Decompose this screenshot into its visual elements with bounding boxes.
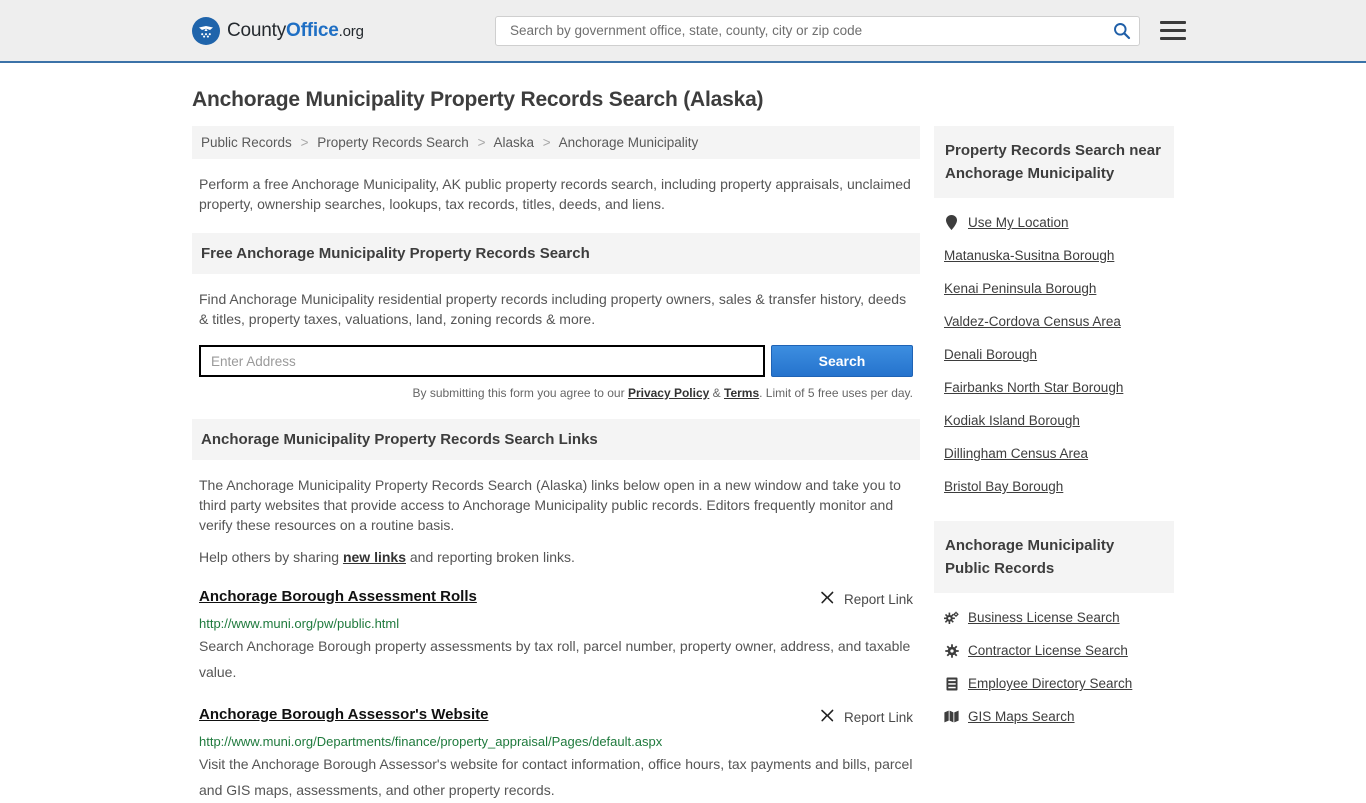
hamburger-menu-icon[interactable] [1160,21,1186,40]
header-search-zone [495,15,1186,46]
free-search-description: Find Anchorage Municipality residential … [199,291,907,327]
report-link-label: Report Link [843,591,913,607]
sidebar-item-kenai-peninsula-borough[interactable]: Kenai Peninsula Borough [936,272,1172,305]
sidebar-item-label[interactable]: Denali Borough [944,347,1037,362]
help-prefix: Help others by sharing [199,549,343,565]
logo-text-org: .org [338,22,364,40]
sidebar-item-use-my-location[interactable]: Use My Location [936,206,1172,239]
sidebar-item-label[interactable]: Fairbanks North Star Borough [944,380,1123,395]
cogs-icon [944,611,959,625]
sidebar-item-denali-borough[interactable]: Denali Borough [936,338,1172,371]
content-columns: Public Records > Property Records Search… [192,126,1174,803]
sidebar-item-contractor-license-search[interactable]: Contractor License Search [936,634,1172,667]
links-section-paragraph: The Anchorage Municipality Property Reco… [199,477,901,533]
help-suffix: and reporting broken links. [406,549,575,565]
links-section-help: Help others by sharing new links and rep… [199,547,913,567]
sidebar: Property Records Search near Anchorage M… [934,126,1174,751]
sidebar-nearby-box: Property Records Search near Anchorage M… [934,126,1174,503]
sidebar-item-business-license-search[interactable]: Business License Search [936,601,1172,634]
links-section-body: The Anchorage Municipality Property Reco… [192,460,920,567]
disclaimer-suffix: . Limit of 5 free uses per day. [759,386,913,400]
result-url: http://www.muni.org/Departments/finance/… [199,734,663,749]
sidebar-item-employee-directory-search[interactable]: Employee Directory Search [936,667,1172,700]
result-description: Search Anchorage Borough property assess… [199,638,911,680]
result-title-link[interactable]: Anchorage Borough Assessment Rolls [199,588,477,605]
result-description: Visit the Anchorage Borough Assessor's w… [199,756,913,798]
free-search-body: Find Anchorage Municipality residential … [192,274,920,329]
page-title: Anchorage Municipality Property Records … [192,88,764,111]
search-icon[interactable] [1113,22,1131,40]
sidebar-public-records-box: Anchorage Municipality Public Records Bu… [934,521,1174,733]
sidebar-item-gis-maps-search[interactable]: GIS Maps Search [936,700,1172,733]
sidebar-item-bristol-bay-borough[interactable]: Bristol Bay Borough [936,470,1172,503]
address-input[interactable] [199,345,765,377]
result-title-link[interactable]: Anchorage Borough Assessor's Website [199,706,488,723]
sidebar-item-fairbanks-north-star-borough[interactable]: Fairbanks North Star Borough [936,371,1172,404]
sidebar-item-dillingham-census-area[interactable]: Dillingham Census Area [936,437,1172,470]
new-links-link[interactable]: new links [343,549,406,565]
map-icon [944,710,959,723]
page-intro-text: Perform a free Anchorage Municipality, A… [199,176,911,212]
sidebar-public-records-list: Business License Search Contractor Licen… [934,593,1174,733]
sidebar-item-kodiak-island-borough[interactable]: Kodiak Island Borough [936,404,1172,437]
sidebar-item-label[interactable]: Use My Location [968,215,1069,230]
logo-text-office: Office [286,19,339,41]
logo-text-county: County [227,19,287,41]
free-search-heading: Free Anchorage Municipality Property Rec… [192,233,920,274]
sidebar-item-valdez-cordova-census-area[interactable]: Valdez-Cordova Census Area [936,305,1172,338]
disclaimer-prefix: By submitting this form you agree to our [412,386,628,400]
sidebar-item-label[interactable]: Kenai Peninsula Borough [944,281,1096,296]
breadcrumb-separator: > [477,135,486,150]
sidebar-nearby-list: Use My Location Matanuska-Susitna Boroug… [934,198,1174,503]
result-url: http://www.muni.org/pw/public.html [199,616,400,631]
sidebar-item-label[interactable]: Contractor License Search [968,643,1128,658]
address-search-form: Search [199,345,913,377]
sidebar-item-label[interactable]: Valdez-Cordova Census Area [944,314,1121,329]
breadcrumb: Public Records > Property Records Search… [192,126,920,159]
breadcrumb-item-alaska[interactable]: Alaska [493,135,534,150]
result-item: Anchorage Borough Assessment Rolls Repor… [192,588,920,685]
result-header: Anchorage Borough Assessor's Website Rep… [199,706,913,727]
result-header: Anchorage Borough Assessment Rolls Repor… [199,588,913,609]
main-column: Public Records > Property Records Search… [192,126,920,803]
disclaimer-amp: & [709,386,724,400]
list-document-icon [944,677,959,691]
site-logo[interactable]: CountyOffice.org [192,16,364,45]
eagle-badge-icon [192,16,220,45]
sidebar-item-matanuska-susitna-borough[interactable]: Matanuska-Susitna Borough [936,239,1172,272]
form-disclaimer: By submitting this form you agree to our… [199,386,914,400]
breadcrumb-item-anchorage-municipality[interactable]: Anchorage Municipality [559,135,699,150]
report-link-button[interactable]: Report Link [819,706,913,727]
sidebar-item-label[interactable]: Kodiak Island Borough [944,413,1080,428]
page-container: Anchorage Municipality Property Records … [0,88,1366,803]
search-button[interactable]: Search [771,345,913,377]
links-section-heading: Anchorage Municipality Property Records … [192,419,920,460]
report-link-label: Report Link [843,709,913,725]
site-header: CountyOffice.org [0,0,1366,63]
report-link-button[interactable]: Report Link [819,588,913,609]
sidebar-item-label[interactable]: Business License Search [968,610,1120,625]
sidebar-item-label[interactable]: Dillingham Census Area [944,446,1088,461]
sidebar-nearby-heading: Property Records Search near Anchorage M… [934,126,1174,198]
global-search-box[interactable] [495,15,1140,46]
breadcrumb-item-property-records-search[interactable]: Property Records Search [317,135,469,150]
gear-icon [944,643,959,658]
sidebar-item-label[interactable]: Employee Directory Search [968,676,1132,691]
map-pin-icon [944,215,959,230]
sidebar-item-label[interactable]: GIS Maps Search [968,709,1075,724]
terms-link[interactable]: Terms [724,386,759,400]
broken-link-icon [819,589,836,609]
logo-wordmark: CountyOffice.org [227,20,364,42]
breadcrumb-separator: > [542,135,551,150]
result-item: Anchorage Borough Assessor's Website Rep… [192,706,920,803]
broken-link-icon [819,707,836,727]
privacy-policy-link[interactable]: Privacy Policy [628,386,709,400]
sidebar-item-label[interactable]: Bristol Bay Borough [944,479,1063,494]
breadcrumb-separator: > [300,135,309,150]
sidebar-public-records-heading: Anchorage Municipality Public Records [934,521,1174,593]
sidebar-item-label[interactable]: Matanuska-Susitna Borough [944,248,1114,263]
breadcrumb-item-public-records[interactable]: Public Records [201,135,292,150]
global-search-input[interactable] [508,22,1113,39]
